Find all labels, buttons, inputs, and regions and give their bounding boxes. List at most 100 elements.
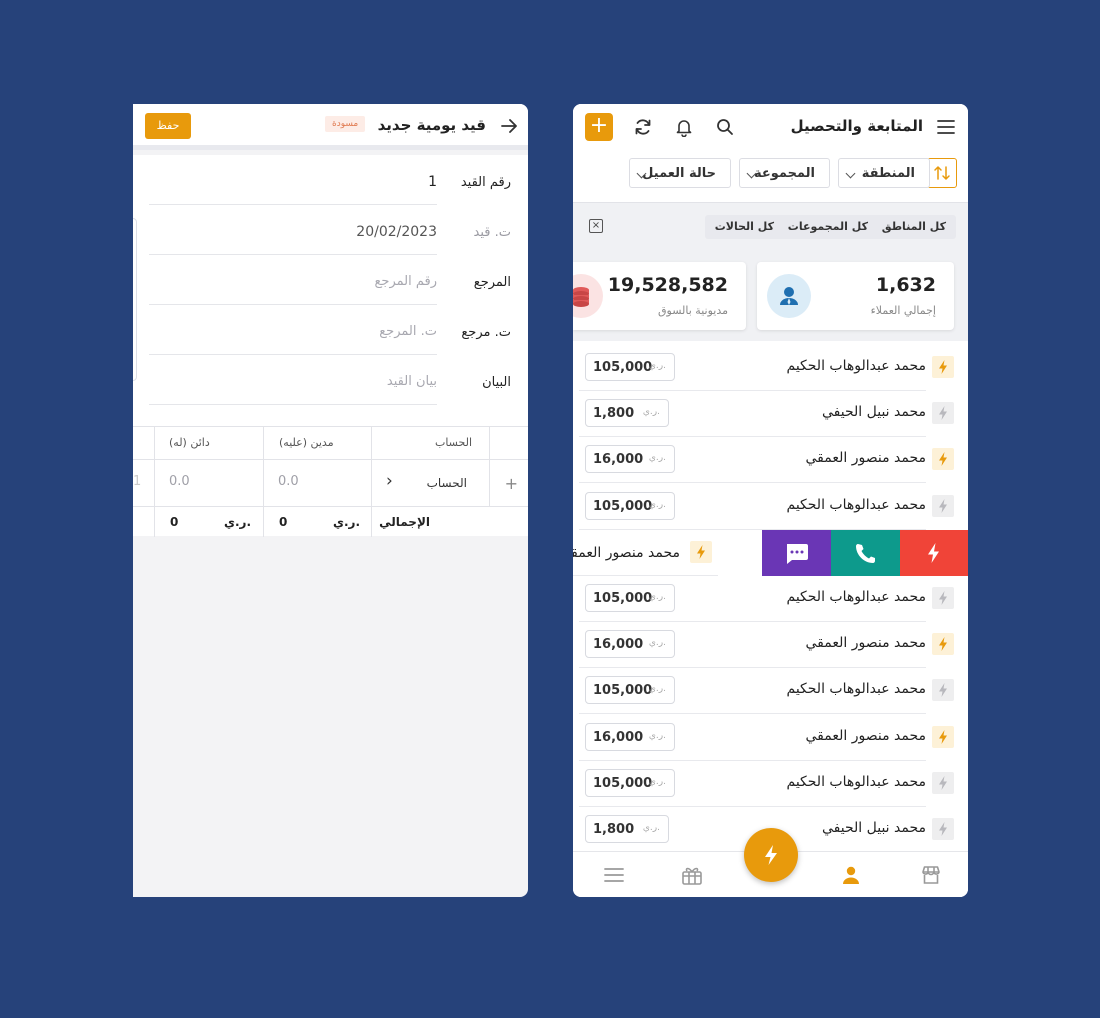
- balance-badge: 16,000 ر.ي.: [585, 445, 675, 474]
- bolt-icon[interactable]: [932, 356, 954, 378]
- region-label: المنطقة: [861, 166, 915, 181]
- collect-action-button[interactable]: [900, 529, 968, 576]
- balance-badge: 105,000 ر.ي.: [585, 491, 675, 520]
- reference-label: المرجع: [473, 275, 511, 290]
- customer-list: محمد عبدالوهاب الحكيم 105,000 ر.ي. محمد نبي…: [573, 345, 968, 853]
- balance-badge: 105,000 ر.ي.: [585, 768, 675, 797]
- group-dropdown[interactable]: المجموعة: [739, 158, 830, 188]
- collections-screen: المتابعة والتحصيل + المنطقة المجموعة حال…: [573, 104, 968, 897]
- chip-all-regions[interactable]: كل المناطق: [871, 215, 956, 239]
- customers-label: إجمالي العملاء: [870, 304, 936, 317]
- bolt-inactive-icon[interactable]: [932, 679, 954, 702]
- currency-label: ر.ي.: [642, 407, 660, 418]
- list-item[interactable]: محمد عبدالوهاب الحكيم 105,000 ر.ي.: [579, 761, 954, 807]
- chevron-icon: ›: [386, 471, 393, 491]
- search-icon[interactable]: [715, 117, 735, 137]
- arrow-right-back-icon[interactable]: [500, 117, 518, 135]
- menu-lines-icon[interactable]: [603, 864, 625, 886]
- bolt-inactive-icon[interactable]: [932, 402, 954, 425]
- customer-name: محمد منصور العمقي: [805, 635, 927, 652]
- gift-icon[interactable]: [680, 864, 704, 886]
- currency-label: ر.ي.: [648, 592, 666, 602]
- entry-date-field[interactable]: 20/02/2023: [149, 205, 437, 255]
- menu-icon[interactable]: [936, 117, 956, 137]
- balance-amount: 105,000: [593, 775, 653, 791]
- credit-input[interactable]: 0.0: [169, 474, 190, 489]
- status-dropdown[interactable]: حالة العميل: [629, 158, 731, 188]
- reference-placeholder: رقم المرجع: [374, 274, 438, 289]
- edge-cell: 1: [133, 474, 142, 489]
- add-button[interactable]: +: [585, 113, 613, 141]
- customer-name: محمد منصور العمقي: [805, 450, 927, 467]
- account-select[interactable]: الحساب: [427, 476, 467, 490]
- currency-label: ر.ي.: [648, 776, 666, 787]
- reference-date-placeholder: ت. المرجع: [379, 324, 437, 339]
- currency-label: ر.ي.: [648, 361, 666, 371]
- bolt-inactive-icon[interactable]: [932, 771, 954, 794]
- bolt-inactive-icon[interactable]: [932, 587, 954, 609]
- active-filter-chips: كل المناطق كل المجموعات كل الحالات ×: [573, 202, 968, 252]
- bolt-icon[interactable]: [932, 725, 954, 748]
- coins-icon: [573, 274, 603, 318]
- list-item[interactable]: محمد نبيل الحيفي 1,800 ر.ي.: [579, 391, 954, 438]
- entry-number-field[interactable]: 1: [149, 155, 437, 205]
- chip-all-groups[interactable]: كل المجموعات: [777, 215, 878, 239]
- list-item-preview[interactable]: محمد منصور العمقي: [573, 529, 718, 576]
- market-debt-label: مديونية بالسوق: [658, 304, 728, 317]
- list-item[interactable]: محمد عبدالوهاب الحكيم 105,000 ر.ي.: [579, 484, 954, 530]
- side-drawer-handle[interactable]: [133, 218, 137, 381]
- list-item[interactable]: محمد منصور العمقي 16,000 ر.ي.: [579, 715, 954, 761]
- quick-collect-fab[interactable]: [744, 828, 798, 882]
- add-line-button[interactable]: +: [505, 474, 518, 493]
- total-label: الإجمالي: [379, 515, 430, 529]
- swiped-list-item[interactable]: محمد منصور العمقي: [573, 529, 968, 576]
- bolt-inactive-icon[interactable]: [932, 818, 954, 840]
- customer-avatar-icon: [767, 274, 811, 318]
- sort-icon[interactable]: [927, 158, 957, 188]
- balance-badge: 1,800 ر.ي.: [585, 815, 669, 843]
- message-action-button[interactable]: [762, 529, 831, 576]
- bolt-icon: [928, 542, 939, 563]
- list-item[interactable]: محمد عبدالوهاب الحكيم 105,000 ر.ي.: [579, 576, 954, 622]
- list-item[interactable]: محمد عبدالوهاب الحكيم 105,000 ر.ي.: [579, 345, 954, 391]
- balance-amount: 16,000: [593, 452, 644, 468]
- list-item[interactable]: محمد منصور العمقي 16,000 ر.ي.: [579, 437, 954, 484]
- entry-number-label: رقم القيد: [460, 175, 511, 190]
- store-icon[interactable]: [920, 864, 942, 886]
- bolt-icon[interactable]: [932, 448, 954, 471]
- list-item[interactable]: محمد عبدالوهاب الحكيم 105,000 ر.ي.: [579, 668, 954, 715]
- customer-name: محمد عبدالوهاب الحكيم: [786, 773, 927, 790]
- app-header: المتابعة والتحصيل +: [573, 104, 968, 150]
- table-header: الحساب مدين (عليه) دائن (له): [133, 427, 528, 460]
- reference-date-field[interactable]: ت. المرجع: [149, 305, 437, 355]
- column-debit: مدين (عليه): [279, 436, 334, 449]
- region-dropdown[interactable]: المنطقة: [838, 158, 930, 188]
- bolt-inactive-icon[interactable]: [932, 494, 954, 517]
- debit-input[interactable]: 0.0: [278, 474, 299, 489]
- user-icon[interactable]: [840, 864, 862, 886]
- description-field[interactable]: بيان القيد: [149, 355, 437, 405]
- balance-badge: 105,000 ر.ي.: [585, 676, 675, 705]
- total-credit: 0: [170, 515, 179, 529]
- list-item[interactable]: محمد منصور العمقي 16,000 ر.ي.: [579, 622, 954, 669]
- clear-filters-icon[interactable]: ×: [589, 219, 603, 233]
- description-placeholder: بيان القيد: [386, 374, 437, 389]
- bolt-icon[interactable]: [932, 633, 954, 656]
- bell-icon[interactable]: [674, 117, 694, 137]
- page-title: المتابعة والتحصيل: [790, 117, 923, 135]
- chip-all-statuses[interactable]: كل الحالات: [704, 215, 784, 239]
- currency-label: ر.ي.: [648, 730, 666, 741]
- stats-section: 1,632 إجمالي العملاء 19,528,582 مديونية …: [573, 252, 968, 341]
- bolt-icon: [690, 540, 712, 563]
- journal-lines-table: الحساب مدين (عليه) دائن (له) + الحساب › …: [133, 426, 528, 537]
- balance-amount: 1,800: [593, 406, 635, 422]
- call-action-button[interactable]: [831, 529, 900, 576]
- balance-badge: 105,000 ر.ي.: [585, 353, 675, 381]
- refresh-icon[interactable]: [633, 117, 653, 137]
- status-label: حالة العميل: [642, 166, 716, 181]
- journal-entry-screen: حفظ مسودة قيد يومية جديد 1 رقم القيد 20/…: [133, 104, 528, 897]
- total-debit: 0: [279, 515, 288, 529]
- reference-field[interactable]: رقم المرجع: [149, 255, 437, 305]
- save-button[interactable]: حفظ: [145, 113, 191, 139]
- total-credit-currency: ر.ي.: [224, 515, 252, 529]
